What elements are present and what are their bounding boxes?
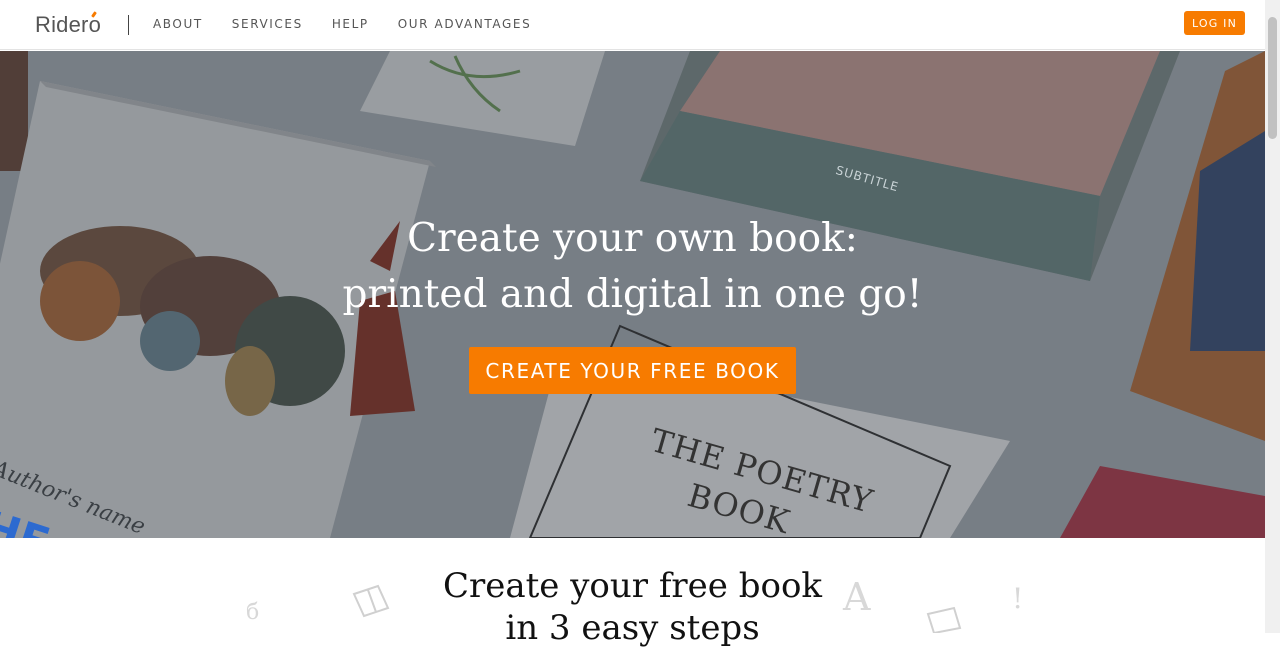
page-scrollbar[interactable] bbox=[1265, 0, 1280, 633]
hero-section: Author's name HE GO THE POETRY BOOK SUBT… bbox=[0, 51, 1265, 538]
scrollbar-thumb[interactable] bbox=[1268, 17, 1277, 139]
header-divider bbox=[128, 15, 129, 35]
steps-title-line1: Create your free book bbox=[442, 566, 823, 606]
hero-title-line2: printed and digital in one go! bbox=[342, 272, 923, 317]
nav-help[interactable]: HELP bbox=[332, 17, 369, 31]
nav-services[interactable]: SERVICES bbox=[232, 17, 303, 31]
steps-title-line2: in 3 easy steps bbox=[505, 608, 760, 648]
hero-title-line1: Create your own book: bbox=[407, 216, 858, 261]
nav-about[interactable]: ABOUT bbox=[153, 17, 203, 31]
create-free-book-button[interactable]: CREATE YOUR FREE BOOK bbox=[469, 347, 796, 394]
site-header: Ridero ABOUT SERVICES HELP OUR ADVANTAGE… bbox=[0, 0, 1265, 50]
main-nav: ABOUT SERVICES HELP OUR ADVANTAGES bbox=[153, 17, 560, 31]
nav-our-advantages[interactable]: OUR ADVANTAGES bbox=[398, 17, 532, 31]
login-button[interactable]: LOG IN bbox=[1184, 11, 1245, 35]
